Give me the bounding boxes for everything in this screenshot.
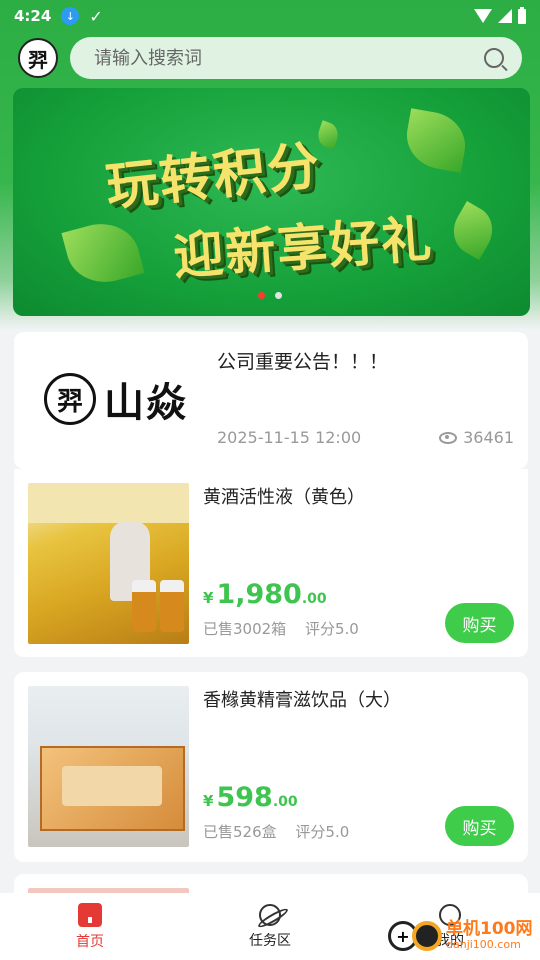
search-icon[interactable] xyxy=(484,48,504,68)
nav-item-tasks[interactable]: 任务区 xyxy=(180,893,360,960)
nav-label: 首页 xyxy=(76,933,104,950)
download-done-icon: ✓ xyxy=(89,6,103,26)
app-logo[interactable]: 羿 xyxy=(18,38,58,78)
home-icon xyxy=(78,902,102,927)
wifi-icon xyxy=(474,9,492,23)
buy-button[interactable]: 购买 xyxy=(445,806,514,846)
product-price: ¥ 1,980 .00 xyxy=(203,579,327,610)
rating: 评分5.0 xyxy=(295,823,350,841)
signal-icon xyxy=(498,9,512,23)
watermark-logo-icon xyxy=(412,921,442,951)
announcement-title: 公司重要公告！！！ xyxy=(217,351,389,373)
product-name: 黄酒活性液（黄色） xyxy=(203,487,365,508)
leaf-decoration xyxy=(444,201,502,260)
product-price: ¥ 598 .00 xyxy=(203,782,298,813)
announcement-card[interactable]: 羿 山焱 公司重要公告！！！ 2025-11-15 12:00 36461 xyxy=(14,332,528,469)
top-bar: 羿 xyxy=(18,36,522,80)
search-bar[interactable] xyxy=(70,37,522,79)
buy-button[interactable]: 购买 xyxy=(445,603,514,643)
company-name: 山焱 xyxy=(104,379,188,426)
product-card[interactable]: 黄酒活性液（黄色） ¥ 1,980 .00 已售3002箱 评分5.0 购买 xyxy=(14,469,528,657)
product-image[interactable] xyxy=(28,483,189,644)
product-image[interactable] xyxy=(28,686,189,847)
eye-icon xyxy=(439,431,458,444)
banner-pagination xyxy=(258,292,282,299)
status-bar: 4:24 ↓ ✓ xyxy=(0,0,540,32)
product-name: 香橼黄精膏滋饮品（大） xyxy=(203,690,401,711)
nav-label: 任务区 xyxy=(249,932,291,949)
product-card[interactable]: 香橼黄精膏滋饮品（大） ¥ 598 .00 已售526盒 评分5.0 购买 xyxy=(14,672,528,862)
planet-icon xyxy=(259,903,281,926)
promo-banner[interactable]: 玩转积分 迎新享好礼 xyxy=(13,88,530,316)
company-logo: 羿 山焱 xyxy=(44,370,188,428)
banner-headline: 玩转积分 xyxy=(103,135,325,219)
nav-item-home[interactable]: 首页 xyxy=(0,893,180,960)
sold-count: 已售3002箱 xyxy=(203,620,287,638)
view-count: 36461 xyxy=(439,428,514,447)
leaf-decoration xyxy=(401,108,471,173)
search-input[interactable] xyxy=(94,47,484,69)
rating: 评分5.0 xyxy=(304,620,359,638)
view-count-value: 36461 xyxy=(463,428,514,447)
sold-count: 已售526盒 xyxy=(203,823,277,841)
banner-subheadline: 迎新享好礼 xyxy=(171,209,435,286)
battery-icon xyxy=(518,6,526,24)
announcement-date: 2025-11-15 12:00 xyxy=(217,428,362,447)
company-seal: 羿 xyxy=(44,373,96,425)
product-meta: 已售3002箱 评分5.0 xyxy=(203,618,373,639)
site-watermark: + 单机100网 danji100.com xyxy=(388,912,540,960)
status-time: 4:24 xyxy=(14,7,52,25)
banner-dot[interactable] xyxy=(275,292,282,299)
leaf-decoration xyxy=(61,214,145,292)
banner-dot-active[interactable] xyxy=(258,292,265,299)
download-icon: ↓ xyxy=(61,7,80,25)
product-meta: 已售526盒 评分5.0 xyxy=(203,821,363,842)
